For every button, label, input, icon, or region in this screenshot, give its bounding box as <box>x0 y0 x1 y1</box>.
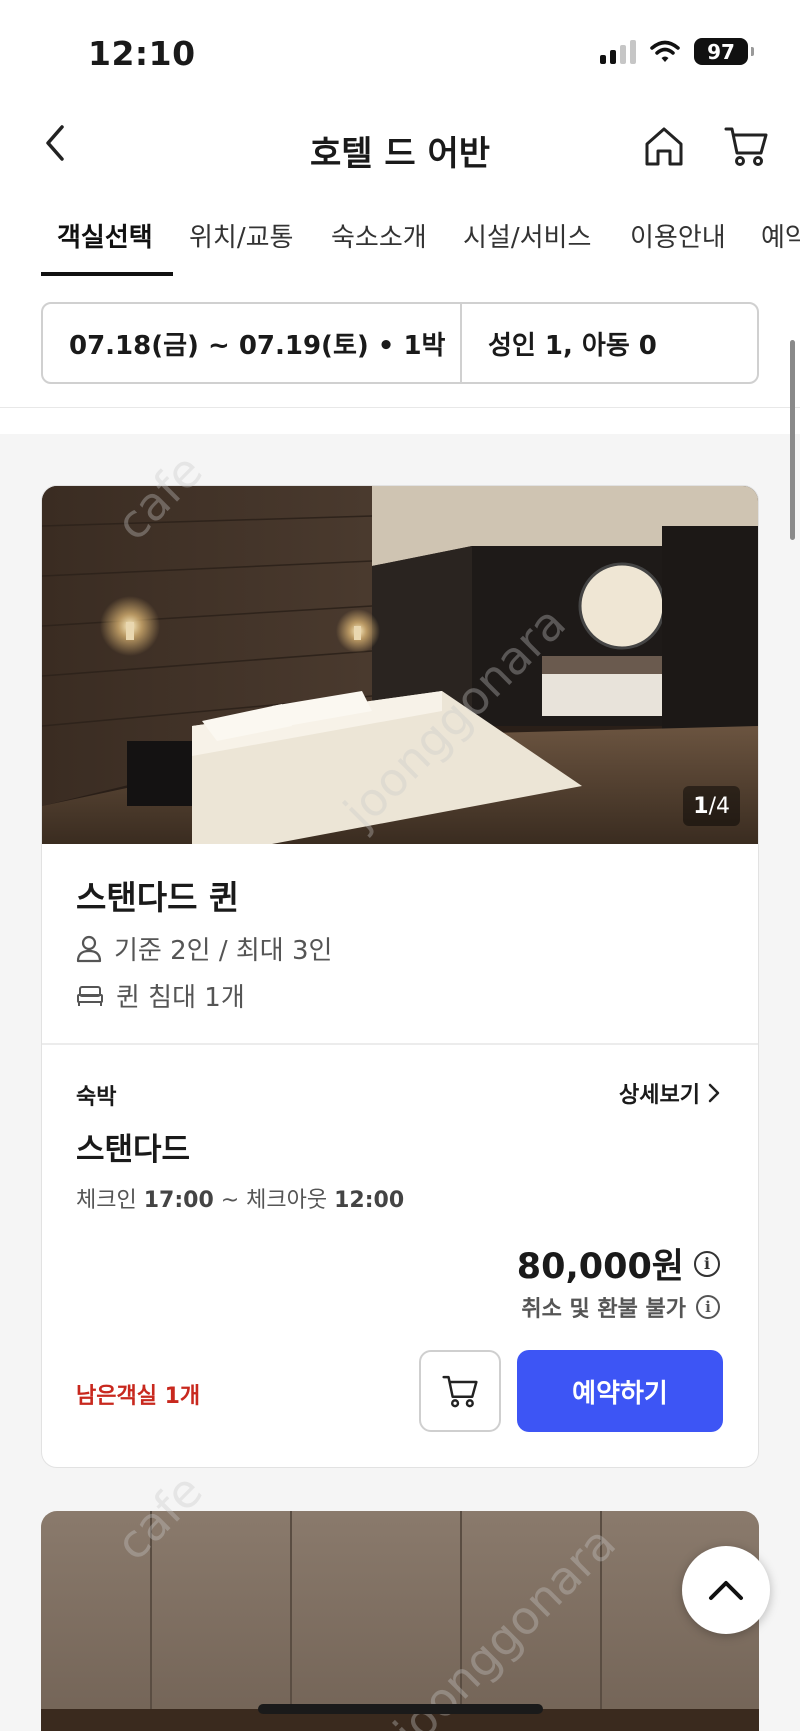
battery-icon: 97 <box>694 38 754 65</box>
book-button[interactable]: 예약하기 <box>517 1350 723 1432</box>
date-selector[interactable]: 07.18(금) ~ 07.19(토) • 1박 <box>43 304 462 382</box>
divider <box>0 408 800 434</box>
detail-link[interactable]: 상세보기 <box>619 1077 720 1109</box>
refund-policy: 취소 및 환불 불가 i <box>521 1291 720 1323</box>
check-times: 체크인 17:00 ~ 체크아웃 12:00 <box>76 1182 404 1214</box>
tab-location[interactable]: 위치/교통 <box>189 217 293 254</box>
status-icons: 97 <box>600 38 754 65</box>
cart-button[interactable] <box>718 118 774 174</box>
detail-link-label: 상세보기 <box>619 1083 700 1108</box>
bed-icon <box>77 985 103 1006</box>
tab-intro[interactable]: 숙소소개 <box>331 217 427 254</box>
chevron-right-icon <box>708 1083 720 1103</box>
guest-selector[interactable]: 성인 1, 아동 0 <box>462 304 757 382</box>
nav-bar: 호텔 드 어반 <box>0 100 800 195</box>
room-capacity: 기준 2인 / 최대 3인 <box>76 930 332 967</box>
cart-icon <box>442 1375 478 1408</box>
room-name: 스탠다드 퀸 <box>76 878 240 917</box>
photo-counter-current: 1 <box>693 793 709 819</box>
filter-area: 07.18(금) ~ 07.19(토) • 1박 성인 1, 아동 0 <box>0 277 800 408</box>
wifi-icon <box>650 40 680 62</box>
tab-room-select[interactable]: 객실선택 <box>57 217 153 254</box>
checkin-time: 17:00 <box>143 1188 214 1213</box>
room-capacity-text: 기준 2인 / 최대 3인 <box>114 936 333 966</box>
status-bar: 12:10 97 <box>0 0 800 100</box>
search-filter: 07.18(금) ~ 07.19(토) • 1박 성인 1, 아동 0 <box>41 302 759 384</box>
add-to-cart-button[interactable] <box>419 1350 501 1432</box>
rate-type: 숙박 <box>76 1085 117 1110</box>
info-icon[interactable]: i <box>694 1250 720 1277</box>
status-time: 12:10 <box>88 34 196 73</box>
room-photo[interactable]: 1/4 <box>42 486 758 844</box>
room-bed-text: 퀸 침대 1개 <box>116 983 245 1013</box>
signal-icon <box>600 39 636 64</box>
card-divider <box>42 1043 758 1045</box>
room-photo-image <box>42 486 758 844</box>
checkout-label: ~ 체크아웃 <box>213 1188 335 1213</box>
room-photo-image <box>41 1511 759 1731</box>
tab-facilities[interactable]: 시설/서비스 <box>463 217 591 254</box>
price: 80,000원 i <box>517 1238 720 1289</box>
tab-underline <box>41 272 173 276</box>
price-value: 80,000원 <box>516 1247 684 1287</box>
photo-counter: 1/4 <box>683 786 740 826</box>
person-icon <box>76 935 102 962</box>
cart-icon <box>724 127 768 166</box>
tab-bar: 객실선택 위치/교통 숙소소개 시설/서비스 이용안내 예약 <box>0 195 800 277</box>
room-bed: 퀸 침대 1개 <box>76 977 245 1014</box>
remaining-rooms: 남은객실 1개 <box>76 1384 201 1409</box>
tab-reservation[interactable]: 예약 <box>761 217 800 254</box>
scroll-top-button[interactable] <box>682 1546 770 1634</box>
checkin-label: 체크인 <box>76 1188 144 1213</box>
refund-policy-text: 취소 및 환불 불가 <box>521 1297 686 1322</box>
checkout-time: 12:00 <box>334 1188 405 1213</box>
info-icon[interactable]: i <box>696 1295 720 1319</box>
home-icon <box>645 127 683 166</box>
chevron-up-icon <box>709 1581 743 1600</box>
home-indicator <box>258 1704 543 1714</box>
room-card: 1/4 스탠다드 퀸 기준 2인 / 최대 3인 퀸 침대 1개 숙박 상세보기… <box>41 485 759 1468</box>
photo-counter-total: /4 <box>708 793 730 819</box>
home-button[interactable] <box>636 118 692 174</box>
tab-guide[interactable]: 이용안내 <box>630 217 726 254</box>
room-card <box>41 1511 759 1731</box>
rate-name: 스탠다드 <box>76 1132 191 1168</box>
scrollbar[interactable] <box>790 340 795 540</box>
